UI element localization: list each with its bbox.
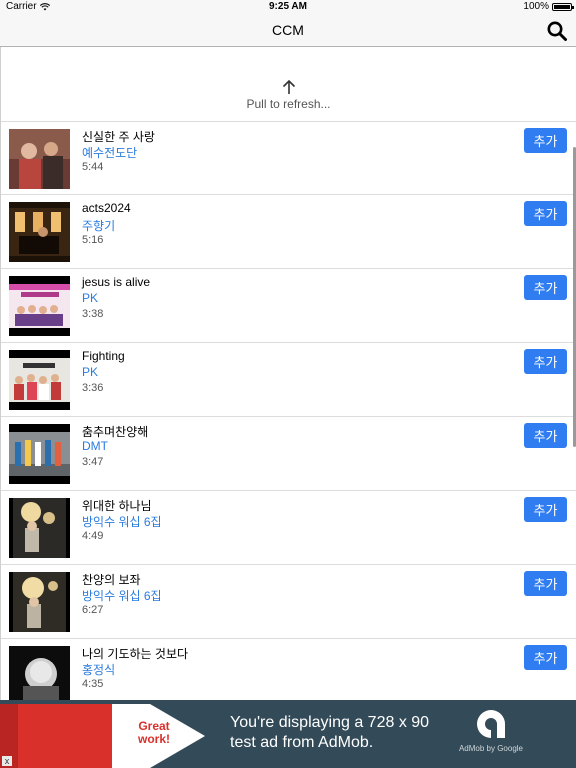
admob-caption: AdMob by Google bbox=[458, 744, 524, 753]
song-title: 춤추며찬양해 bbox=[82, 425, 149, 439]
song-duration: 3:47 bbox=[82, 456, 104, 468]
song-duration: 5:44 bbox=[82, 161, 104, 173]
add-button[interactable]: 추가 bbox=[524, 497, 567, 522]
song-artist[interactable]: 방익수 워십 6집 bbox=[82, 587, 162, 604]
arrow-up-icon bbox=[282, 79, 295, 94]
refresh-label: Pull to refresh... bbox=[246, 97, 331, 111]
battery-group: 100% bbox=[523, 1, 574, 12]
song-title: Fighting bbox=[82, 349, 125, 363]
song-title: jesus is alive bbox=[82, 275, 151, 289]
ad-line-1: You're displaying a 728 x 90 bbox=[230, 714, 430, 731]
song-thumbnail bbox=[9, 276, 70, 336]
song-thumbnail bbox=[9, 350, 70, 410]
ad-badge: Great work! bbox=[138, 720, 170, 746]
song-title: 위대한 하나님 bbox=[82, 499, 152, 513]
song-thumbnail bbox=[9, 424, 70, 484]
song-thumbnail bbox=[9, 202, 70, 262]
song-row[interactable]: 위대한 하나님 방익수 워십 6집 4:49 추가 bbox=[1, 491, 576, 565]
song-artist[interactable]: DMT bbox=[82, 439, 108, 453]
song-artist[interactable]: 방익수 워십 6집 bbox=[82, 513, 162, 530]
song-row[interactable]: 신실한 주 사랑 예수전도단 5:44 추가 bbox=[1, 121, 576, 195]
ad-banner[interactable]: Great work! You're displaying a 728 x 90… bbox=[0, 700, 576, 768]
song-list: 신실한 주 사랑 예수전도단 5:44 추가 acts2024 주향기 5:16… bbox=[1, 121, 576, 700]
song-thumbnail bbox=[9, 129, 70, 189]
add-button[interactable]: 추가 bbox=[524, 201, 567, 226]
ad-close-button[interactable]: x bbox=[2, 756, 12, 766]
song-row[interactable]: Fighting PK 3:36 추가 bbox=[1, 343, 576, 417]
song-thumbnail bbox=[9, 572, 70, 632]
add-button[interactable]: 추가 bbox=[524, 571, 567, 596]
song-title: 찬양의 보좌 bbox=[82, 573, 141, 587]
add-button[interactable]: 추가 bbox=[524, 423, 567, 448]
ad-graphic bbox=[0, 700, 210, 768]
song-duration: 3:38 bbox=[82, 308, 104, 320]
search-button[interactable] bbox=[546, 20, 568, 42]
navigation-bar: CCM bbox=[0, 14, 576, 47]
song-duration: 3:36 bbox=[82, 382, 104, 394]
status-bar: Carrier 9:25 AM 100% bbox=[0, 0, 576, 14]
song-artist[interactable]: PK bbox=[82, 365, 98, 379]
song-row[interactable]: 춤추며찬양해 DMT 3:47 추가 bbox=[1, 417, 576, 491]
song-duration: 6:27 bbox=[82, 604, 104, 616]
song-row[interactable]: 나의 기도하는 것보다 홍정식 4:35 추가 bbox=[1, 639, 576, 700]
song-title: 나의 기도하는 것보다 bbox=[82, 647, 189, 661]
search-icon bbox=[547, 21, 567, 41]
song-duration: 5:16 bbox=[82, 234, 104, 246]
song-thumbnail bbox=[9, 498, 70, 558]
battery-icon bbox=[552, 2, 574, 11]
song-thumbnail bbox=[9, 646, 70, 700]
song-artist[interactable]: 주향기 bbox=[82, 217, 115, 234]
song-row[interactable]: 찬양의 보좌 방익수 워십 6집 6:27 추가 bbox=[1, 565, 576, 639]
song-artist[interactable]: 홍정식 bbox=[82, 661, 115, 678]
song-duration: 4:49 bbox=[82, 530, 104, 542]
ad-badge-line2: work! bbox=[138, 732, 171, 746]
admob-logo: AdMob by Google bbox=[456, 708, 526, 762]
song-row[interactable]: jesus is alive PK 3:38 추가 bbox=[1, 269, 576, 343]
status-time: 9:25 AM bbox=[269, 1, 307, 12]
song-title: 신실한 주 사랑 bbox=[82, 130, 155, 144]
song-list-view[interactable]: Pull to refresh... 신실한 주 사랑 예수전도단 5:44 추… bbox=[0, 47, 576, 700]
song-duration: 4:35 bbox=[82, 678, 104, 690]
add-button[interactable]: 추가 bbox=[524, 349, 567, 374]
ad-line-2: test ad from AdMob. bbox=[230, 734, 374, 751]
song-artist[interactable]: 예수전도단 bbox=[82, 144, 137, 161]
battery-percent: 100% bbox=[523, 1, 549, 12]
page-title: CCM bbox=[272, 22, 304, 38]
add-button[interactable]: 추가 bbox=[524, 645, 567, 670]
add-button[interactable]: 추가 bbox=[524, 128, 567, 153]
song-row[interactable]: acts2024 주향기 5:16 추가 bbox=[1, 195, 576, 269]
song-title: acts2024 bbox=[82, 201, 131, 215]
admob-icon bbox=[477, 710, 505, 738]
song-artist[interactable]: PK bbox=[82, 291, 98, 305]
ad-message: You're displaying a 728 x 90 test ad fro… bbox=[230, 713, 429, 753]
pull-to-refresh[interactable]: Pull to refresh... bbox=[1, 79, 576, 111]
add-button[interactable]: 추가 bbox=[524, 275, 567, 300]
